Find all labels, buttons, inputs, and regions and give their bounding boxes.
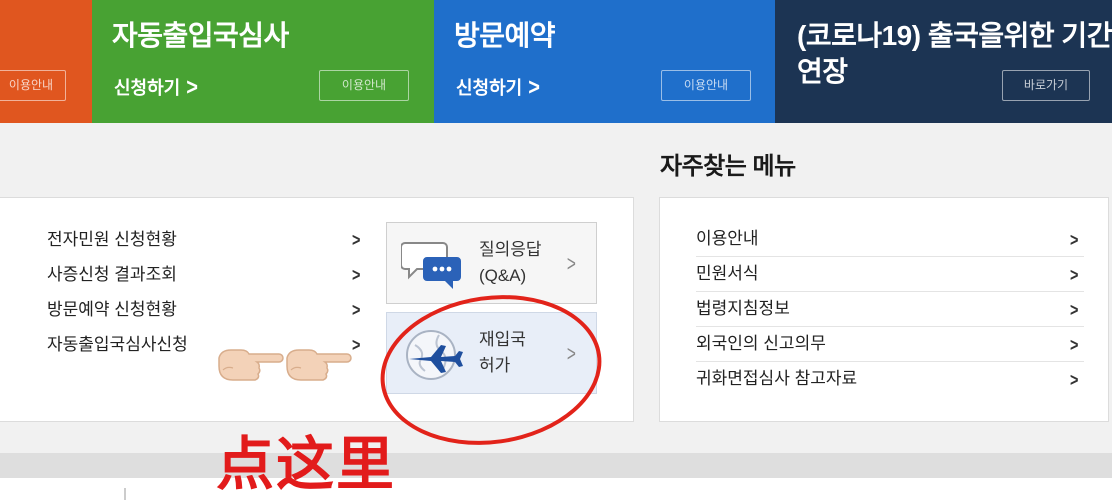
frequent-menu-list: 이용안내 > 민원서식 > 법령지침정보 > 외국인의 신고의무 > 귀화면접심…: [696, 222, 1084, 397]
annotation-text: 点这里: [216, 430, 397, 498]
banner-title: 방문예약: [454, 20, 556, 51]
shortcut-button[interactable]: 바로가기: [1002, 70, 1090, 101]
list-item-label: 법령지침정보: [696, 299, 790, 318]
chevron-right-icon: >: [352, 300, 361, 320]
chevron-right-icon: >: [352, 265, 361, 285]
chevron-right-icon: >: [1070, 300, 1079, 320]
list-item[interactable]: 민원서식 >: [696, 257, 1084, 292]
banner-title: 자동출입국심사: [112, 20, 289, 51]
banner-visit-reservation[interactable]: 방문예약 신청하기 > 이용안내: [434, 0, 775, 123]
list-item[interactable]: 이용안내 >: [696, 222, 1084, 257]
list-item-label: 민원서식: [696, 264, 759, 283]
list-item-label: 외국인의 신고의무: [696, 334, 826, 353]
chevron-right-icon: >: [186, 74, 198, 102]
chevron-right-icon: >: [352, 335, 361, 355]
list-item[interactable]: 사증신청 결과조회 >: [47, 263, 362, 298]
chevron-right-icon: >: [1070, 265, 1079, 285]
apply-label: 신청하기: [456, 78, 523, 98]
frequent-menu-title: 자주찾는 메뉴: [660, 153, 796, 180]
chevron-right-icon: >: [352, 230, 361, 250]
banner-orange[interactable]: 이용안내: [0, 0, 92, 123]
qna-label: 질의응답 (Q&A): [479, 237, 542, 289]
banner-covid-extension[interactable]: (코로나19) 출국을위한 기간연장 바로가기: [775, 0, 1112, 123]
list-item-label: 이용안내: [696, 229, 759, 248]
orange-info-button[interactable]: 이용안내: [0, 70, 66, 101]
chevron-right-icon: >: [1070, 230, 1079, 250]
banner-auto-immigration[interactable]: 자동출입국심사 신청하기 > 이용안내: [92, 0, 434, 123]
list-item-label: 자동출입국심사신청: [47, 335, 188, 354]
pointing-hand-icon: [286, 349, 352, 381]
chevron-right-icon: >: [567, 251, 577, 276]
list-item-label: 귀화면접심사 참고자료: [696, 369, 858, 388]
list-item[interactable]: 방문예약 신청현황 >: [47, 298, 362, 333]
list-item-label: 전자민원 신청현황: [47, 230, 177, 249]
chevron-right-icon: >: [1070, 370, 1079, 390]
pointing-hand-icon: [218, 349, 284, 381]
list-item[interactable]: 귀화면접심사 참고자료 >: [696, 362, 1084, 397]
chevron-right-icon: >: [528, 74, 540, 102]
list-item[interactable]: 법령지침정보 >: [696, 292, 1084, 327]
apply-link[interactable]: 신청하기 >: [114, 74, 198, 102]
list-item[interactable]: 외국인의 신고의무 >: [696, 327, 1084, 362]
chat-bubbles-icon: [401, 242, 461, 289]
apply-label: 신청하기: [114, 78, 181, 98]
bottom-white-area: [0, 478, 1112, 500]
qna-label-line1: 질의응답: [479, 240, 542, 259]
info-button[interactable]: 이용안내: [661, 70, 751, 101]
qna-label-line2: (Q&A): [479, 266, 527, 285]
info-button[interactable]: 이용안내: [319, 70, 409, 101]
divider: [124, 488, 126, 500]
apply-link[interactable]: 신청하기 >: [456, 74, 540, 102]
list-item-label: 방문예약 신청현황: [47, 300, 177, 319]
chevron-right-icon: >: [1070, 335, 1079, 355]
qna-button[interactable]: 질의응답 (Q&A) >: [386, 222, 597, 304]
list-item[interactable]: 전자민원 신청현황 >: [47, 228, 362, 263]
list-item-label: 사증신청 결과조회: [47, 265, 177, 284]
